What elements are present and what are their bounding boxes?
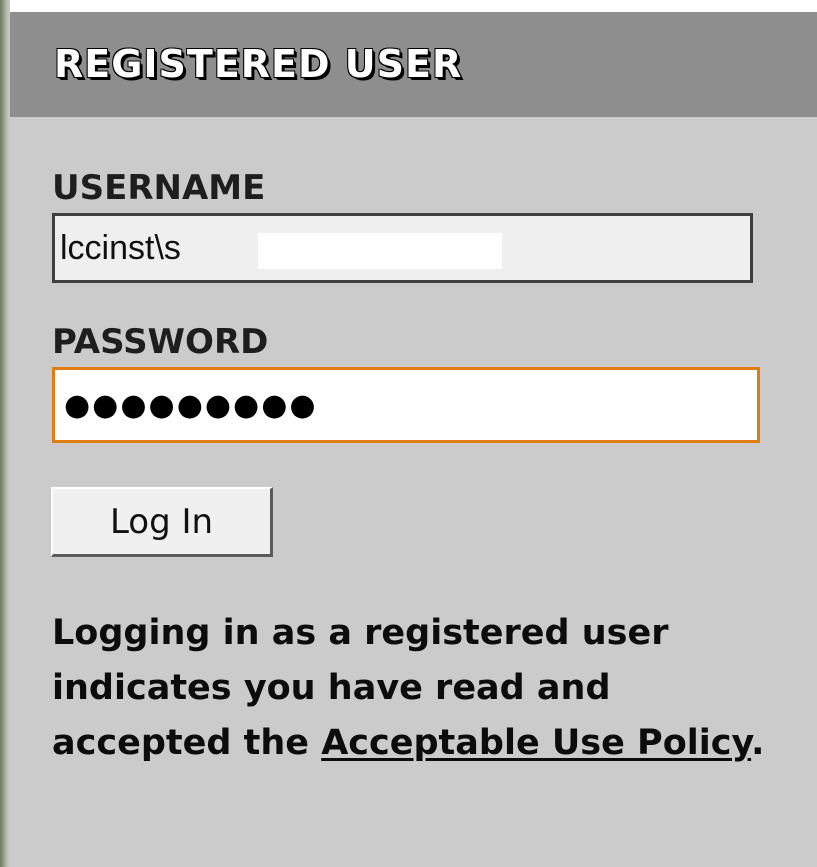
acceptable-use-policy-link[interactable]: Acceptable Use Policy [321,723,751,763]
password-input[interactable] [52,367,760,443]
redacted-area [258,233,502,269]
left-edge-border [0,0,10,867]
panel-title: REGISTERED USER [54,42,463,86]
panel-header: REGISTERED USER [10,12,817,117]
login-panel: REGISTERED USER USERNAME PASSWORD Log In… [0,0,817,867]
notice-period: . [751,723,765,763]
top-strip [10,0,817,12]
login-button[interactable]: Log In [51,487,273,557]
login-notice: Logging in as a registered user indicate… [52,606,792,771]
password-label: PASSWORD [52,322,269,362]
username-label: USERNAME [52,168,266,208]
